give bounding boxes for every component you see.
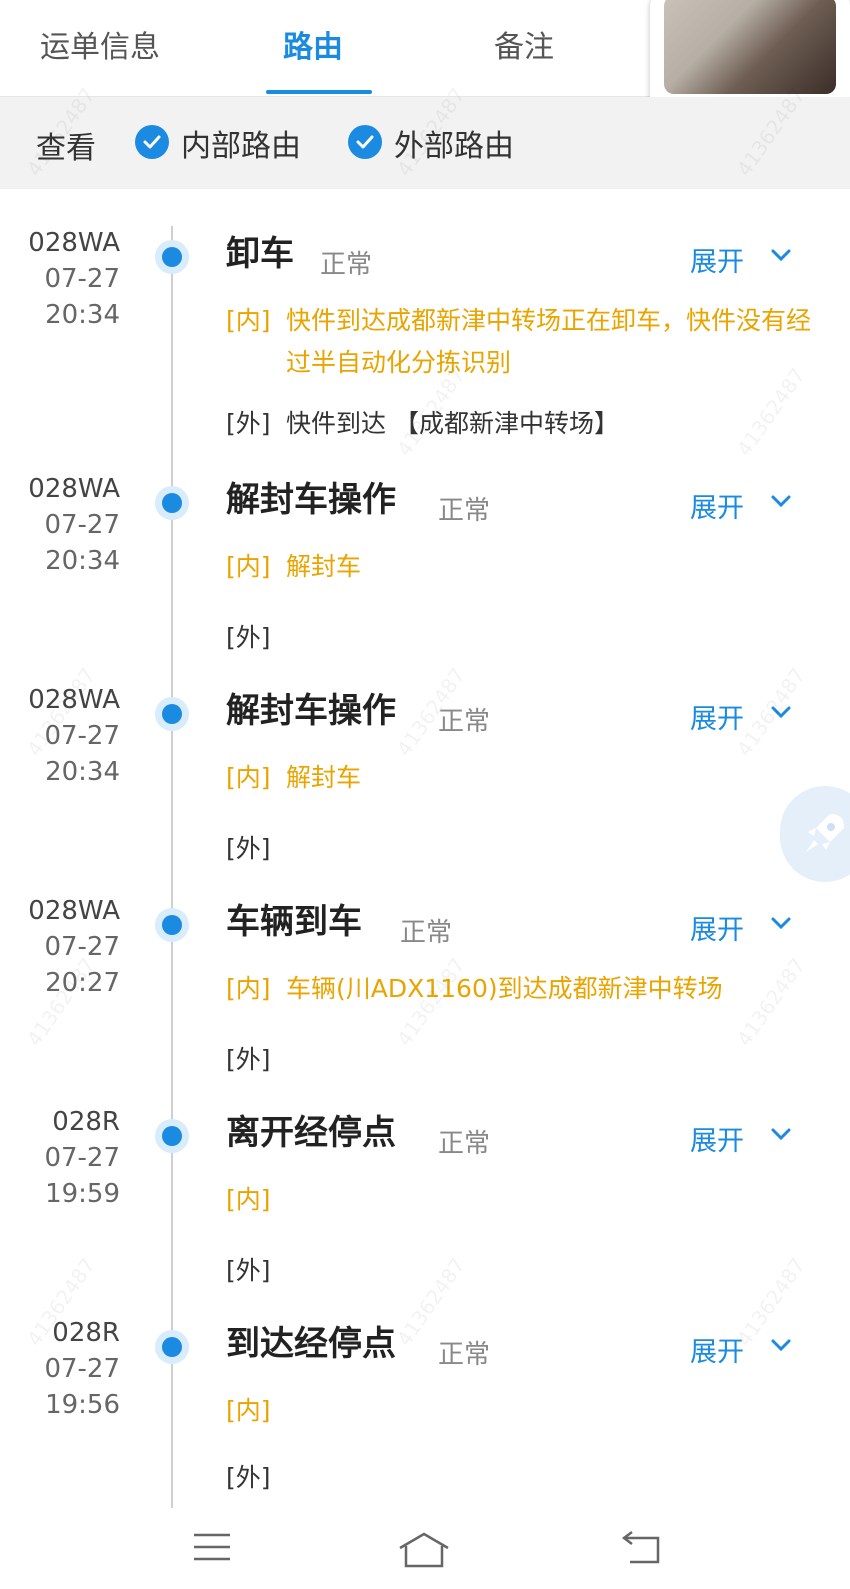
external-route-info: [外] xyxy=(226,829,286,865)
camera-feed-image xyxy=(664,0,836,94)
internal-tag: [内] xyxy=(226,1396,271,1425)
tab-waybill-info[interactable]: 运单信息 xyxy=(40,22,160,66)
video-call-preview[interactable] xyxy=(650,0,850,112)
event-status: 正常 xyxy=(438,1340,491,1370)
event-status: 正常 xyxy=(438,1129,491,1159)
expand-button[interactable]: 展开 xyxy=(690,1119,744,1158)
timeline-dot xyxy=(155,908,189,942)
event-date: 07-27 xyxy=(44,932,120,962)
event-title: 卸车 xyxy=(226,234,294,274)
event-date: 07-27 xyxy=(44,510,120,540)
external-route-info: [外] xyxy=(226,1251,286,1287)
home-icon[interactable] xyxy=(396,1530,452,1570)
external-route-info: [外] xyxy=(226,1458,286,1494)
event-title: 车辆到车 xyxy=(226,902,362,942)
menu-icon[interactable] xyxy=(192,1530,232,1564)
external-route-checkbox[interactable] xyxy=(348,125,382,159)
internal-text: 解封车 xyxy=(286,552,362,581)
event-title: 离开经停点 xyxy=(226,1113,396,1153)
external-route-info: [外] xyxy=(226,618,286,654)
external-tag: [外] xyxy=(226,1045,271,1074)
event-date: 07-27 xyxy=(44,264,120,294)
external-route-info: [外] xyxy=(226,1040,286,1076)
timeline-dot xyxy=(155,240,189,274)
event-site-code: 028WA xyxy=(28,228,120,258)
external-tag: [外] xyxy=(226,409,271,438)
chevron-down-icon[interactable] xyxy=(770,494,792,508)
internal-route-info: [内] 解封车 xyxy=(226,757,826,799)
timeline-dot xyxy=(155,1119,189,1153)
timeline-dot xyxy=(155,1330,189,1364)
event-time: 20:34 xyxy=(45,546,120,576)
internal-route-info: [内] 解封车 xyxy=(226,546,826,588)
event-time: 19:59 xyxy=(45,1179,120,1209)
internal-tag: [内] xyxy=(226,552,271,581)
system-navigation-bar xyxy=(0,1508,850,1589)
internal-tag: [内] xyxy=(226,974,271,1003)
timeline-dot xyxy=(155,486,189,520)
back-icon[interactable] xyxy=(620,1530,664,1566)
checkmark-icon xyxy=(143,135,161,149)
event-date: 07-27 xyxy=(44,1354,120,1384)
active-tab-indicator xyxy=(266,90,372,94)
expand-button[interactable]: 展开 xyxy=(690,697,744,736)
external-tag: [外] xyxy=(226,1256,271,1285)
event-status: 正常 xyxy=(320,250,373,280)
chevron-down-icon[interactable] xyxy=(770,1127,792,1141)
event-status: 正常 xyxy=(438,496,491,526)
internal-tag: [内] xyxy=(226,763,271,792)
rocket-icon xyxy=(806,814,844,852)
external-tag: [外] xyxy=(226,1463,271,1492)
event-time: 20:34 xyxy=(45,300,120,330)
tab-remarks[interactable]: 备注 xyxy=(494,22,554,66)
event-status: 正常 xyxy=(400,918,453,948)
event-site-code: 028WA xyxy=(28,474,120,504)
event-date: 07-27 xyxy=(44,1143,120,1173)
expand-button[interactable]: 展开 xyxy=(690,240,744,279)
internal-route-info: [内] 快件到达成都新津中转场正在卸车，快件没有经过半自动化分拣识别 xyxy=(226,300,826,384)
external-tag: [外] xyxy=(226,834,271,863)
checkmark-icon xyxy=(356,135,374,149)
event-time: 20:34 xyxy=(45,757,120,787)
event-site-code: 028R xyxy=(52,1107,120,1137)
external-text: 快件到达 【成都新津中转场】 xyxy=(286,409,619,438)
expand-button[interactable]: 展开 xyxy=(690,908,744,947)
route-event: 028WA 07-27 20:34 解封车操作 正常 展开 [内] 解封车 [外… xyxy=(0,474,850,686)
internal-text: 快件到达成都新津中转场正在卸车，快件没有经过半自动化分拣识别 xyxy=(286,306,812,377)
tab-routing[interactable]: 路由 xyxy=(283,22,343,66)
internal-route-checkbox[interactable] xyxy=(135,125,169,159)
expand-button[interactable]: 展开 xyxy=(690,486,744,525)
event-site-code: 028WA xyxy=(28,896,120,926)
event-time: 19:56 xyxy=(45,1390,120,1420)
internal-tag: [内] xyxy=(226,306,271,335)
chevron-down-icon[interactable] xyxy=(770,916,792,930)
internal-route-info: [内] 车辆(川ADX1160)到达成都新津中转场 xyxy=(226,968,826,1010)
chevron-down-icon[interactable] xyxy=(770,248,792,262)
internal-text: 解封车 xyxy=(286,763,362,792)
internal-tag: [内] xyxy=(226,1185,271,1214)
event-title: 到达经停点 xyxy=(226,1324,396,1364)
timeline-dot xyxy=(155,697,189,731)
internal-route-label[interactable]: 内部路由 xyxy=(181,121,301,165)
event-title: 解封车操作 xyxy=(226,691,396,731)
internal-text: 车辆(川ADX1160)到达成都新津中转场 xyxy=(286,974,723,1003)
event-title: 解封车操作 xyxy=(226,480,396,520)
external-tag: [外] xyxy=(226,623,271,652)
route-event: 028R 07-27 19:56 到达经停点 正常 展开 [内] [外] xyxy=(0,1318,850,1530)
chevron-down-icon[interactable] xyxy=(770,1338,792,1352)
